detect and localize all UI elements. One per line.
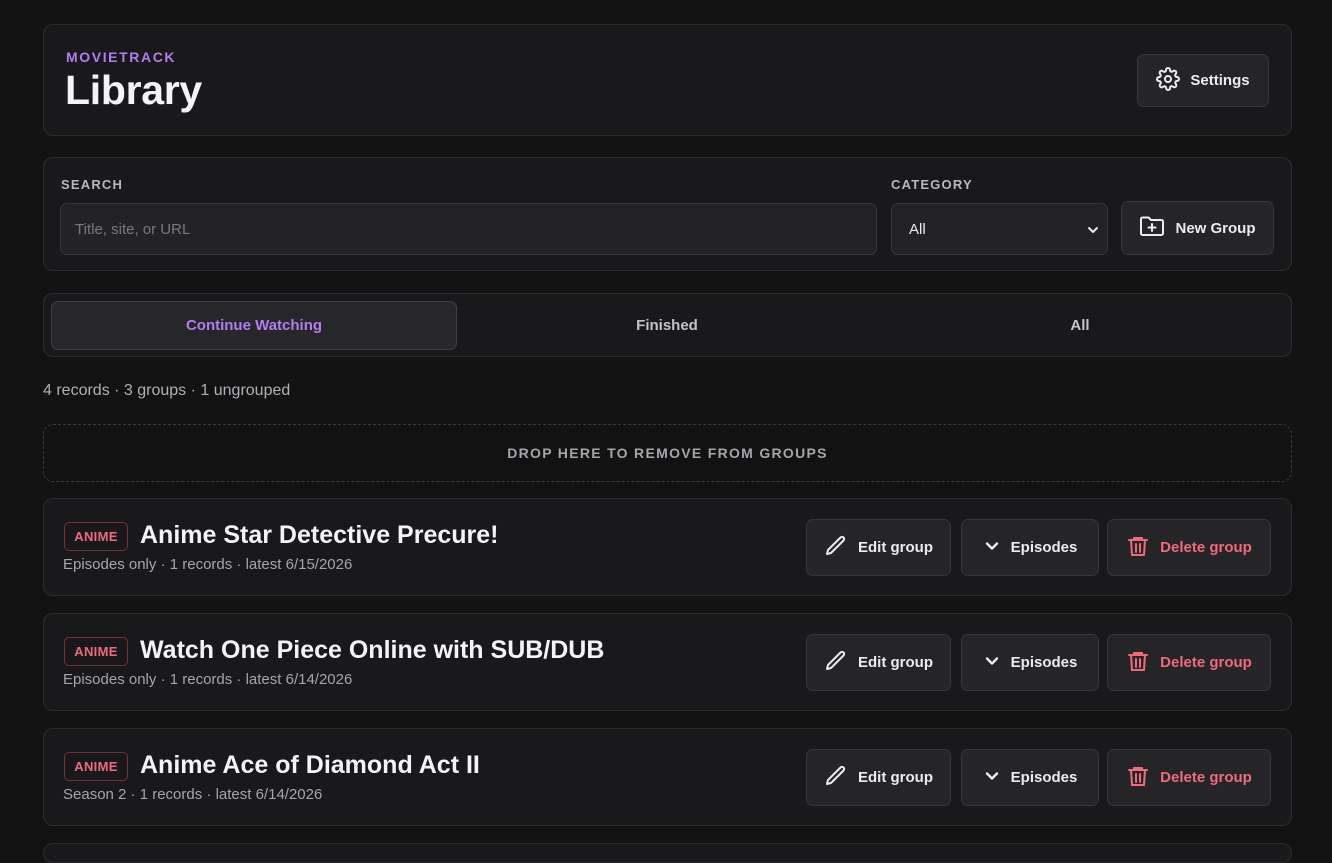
page-title: Library xyxy=(65,67,202,113)
pencil-icon xyxy=(824,534,848,562)
gear-icon xyxy=(1156,66,1181,95)
settings-label: Settings xyxy=(1190,72,1250,89)
delete-group-label: Delete group xyxy=(1160,539,1252,556)
delete-group-button[interactable]: Delete group xyxy=(1107,634,1271,691)
search-input[interactable] xyxy=(60,203,877,255)
folder-plus-icon xyxy=(1139,215,1165,241)
edit-group-label: Edit group xyxy=(858,769,933,786)
trash-icon xyxy=(1126,649,1150,677)
filter-card: SEARCH CATEGORY All New Group xyxy=(43,157,1292,271)
group-row xyxy=(43,843,1292,863)
trash-icon xyxy=(1126,534,1150,562)
ungroup-dropzone[interactable]: DROP HERE TO REMOVE FROM GROUPS xyxy=(43,424,1292,482)
group-row: ANIME Watch One Piece Online with SUB/DU… xyxy=(43,613,1292,711)
search-label: SEARCH xyxy=(61,177,124,192)
pencil-icon xyxy=(824,764,848,792)
records-summary: 4 records · 3 groups · 1 ungrouped xyxy=(43,382,291,399)
group-row: ANIME Anime Ace of Diamond Act II Season… xyxy=(43,728,1292,826)
group-meta: Episodes only · 1 records · latest 6/14/… xyxy=(63,671,353,688)
trash-icon xyxy=(1126,764,1150,792)
episodes-label: Episodes xyxy=(1010,769,1078,786)
delete-group-button[interactable]: Delete group xyxy=(1107,749,1271,806)
category-value: All xyxy=(909,220,926,238)
tab-all[interactable]: All xyxy=(874,301,1286,350)
edit-group-button[interactable]: Edit group xyxy=(806,634,951,691)
app-brand: MOVIETRACK xyxy=(66,49,177,65)
delete-group-button[interactable]: Delete group xyxy=(1107,519,1271,576)
episodes-label: Episodes xyxy=(1010,539,1078,556)
settings-button[interactable]: Settings xyxy=(1137,54,1269,107)
chevron-down-icon xyxy=(983,537,1001,559)
edit-group-button[interactable]: Edit group xyxy=(806,749,951,806)
tab-finished[interactable]: Finished xyxy=(460,301,874,350)
episodes-label: Episodes xyxy=(1010,654,1078,671)
group-title: Watch One Piece Online with SUB/DUB xyxy=(140,636,605,664)
status-tabs: Continue Watching Finished All xyxy=(43,293,1292,357)
category-badge: ANIME xyxy=(64,522,128,551)
chevron-down-icon xyxy=(983,767,1001,789)
group-title: Anime Ace of Diamond Act II xyxy=(140,751,480,779)
chevron-down-icon xyxy=(1087,223,1099,240)
tab-continue-watching[interactable]: Continue Watching xyxy=(51,301,457,350)
group-meta: Season 2 · 1 records · latest 6/14/2026 xyxy=(63,786,323,803)
chevron-down-icon xyxy=(983,652,1001,674)
new-group-button[interactable]: New Group xyxy=(1121,201,1274,255)
edit-group-button[interactable]: Edit group xyxy=(806,519,951,576)
dropzone-label: DROP HERE TO REMOVE FROM GROUPS xyxy=(507,445,828,461)
category-badge: ANIME xyxy=(64,752,128,781)
delete-group-label: Delete group xyxy=(1160,654,1252,671)
category-badge: ANIME xyxy=(64,637,128,666)
episodes-toggle-button[interactable]: Episodes xyxy=(961,634,1099,691)
new-group-label: New Group xyxy=(1175,219,1256,237)
episodes-toggle-button[interactable]: Episodes xyxy=(961,749,1099,806)
group-meta: Episodes only · 1 records · latest 6/15/… xyxy=(63,556,353,573)
group-title: Anime Star Detective Precure! xyxy=(140,521,499,549)
edit-group-label: Edit group xyxy=(858,654,933,671)
header-card: MOVIETRACK Library Settings xyxy=(43,24,1292,136)
delete-group-label: Delete group xyxy=(1160,769,1252,786)
category-label: CATEGORY xyxy=(891,177,973,192)
edit-group-label: Edit group xyxy=(858,539,933,556)
episodes-toggle-button[interactable]: Episodes xyxy=(961,519,1099,576)
group-row: ANIME Anime Star Detective Precure! Epis… xyxy=(43,498,1292,596)
category-select[interactable]: All xyxy=(891,203,1108,255)
pencil-icon xyxy=(824,649,848,677)
